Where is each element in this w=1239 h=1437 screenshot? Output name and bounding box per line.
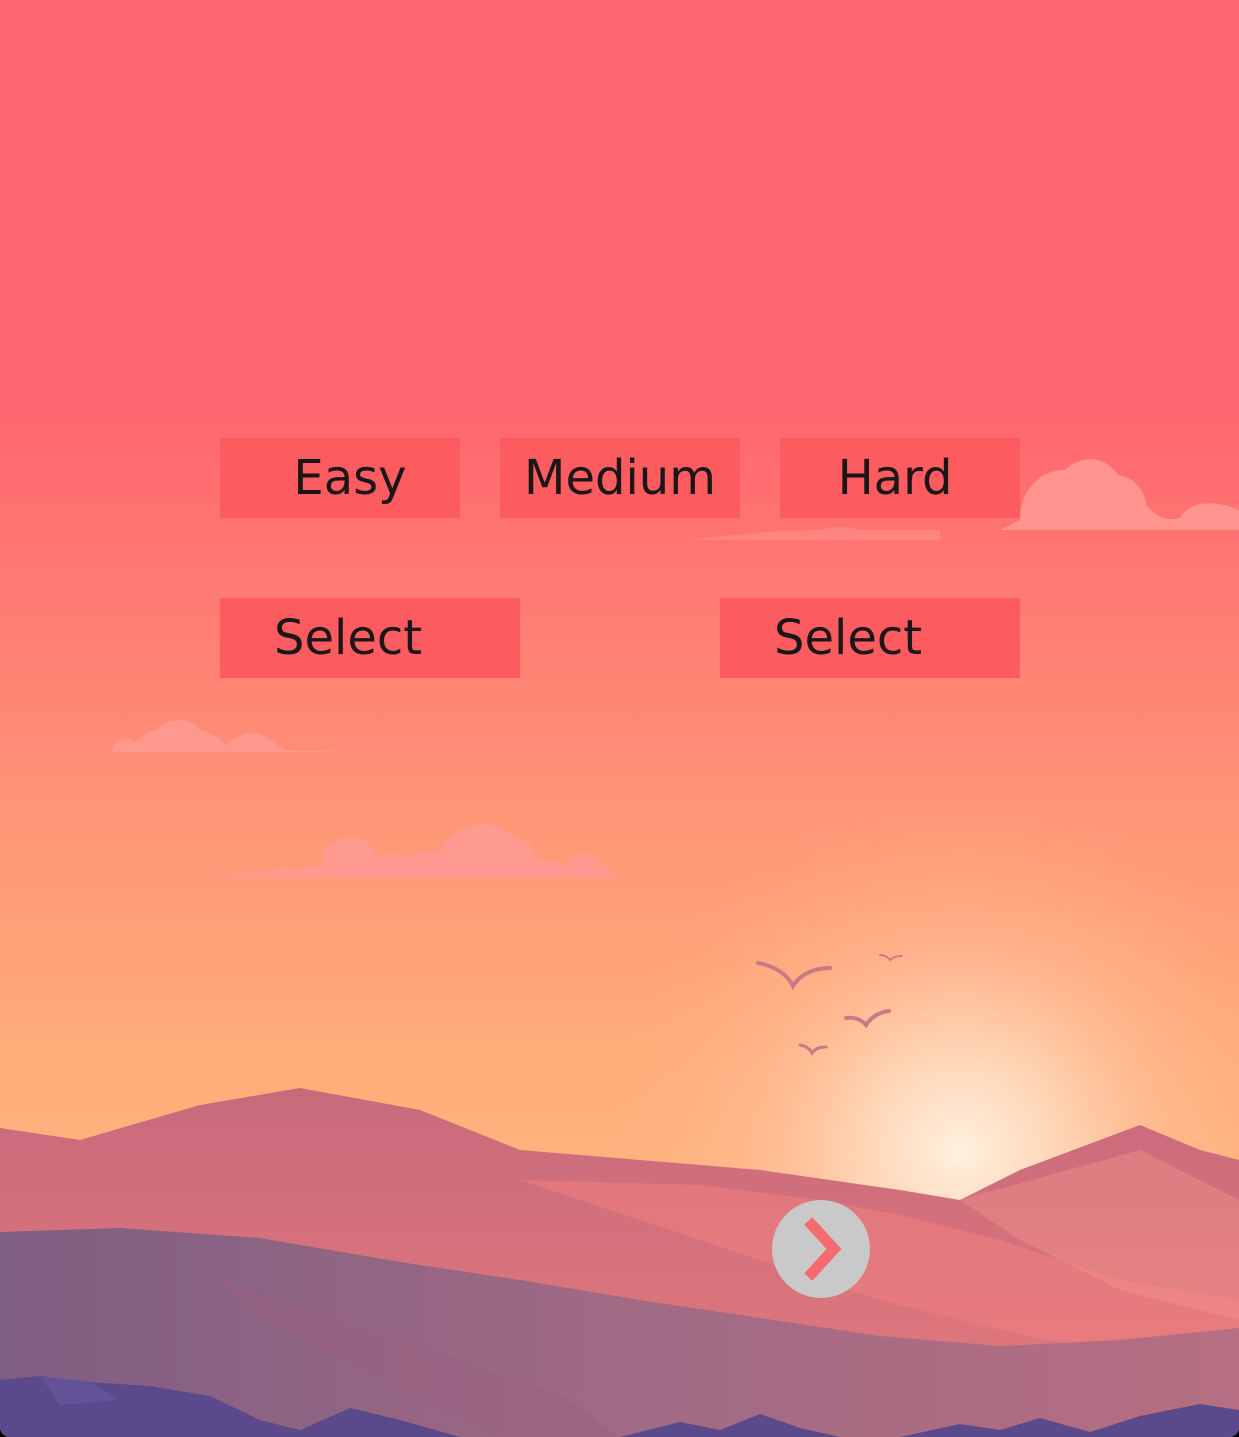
select-button-left[interactable]: Select bbox=[220, 598, 520, 678]
game-screen: Easy Medium Hard Select Select bbox=[0, 0, 1239, 1437]
hard-button[interactable]: Hard bbox=[780, 438, 1020, 518]
easy-button[interactable]: Easy bbox=[220, 438, 460, 518]
chevron-right-icon bbox=[804, 1217, 842, 1281]
select-button-right[interactable]: Select bbox=[720, 598, 1020, 678]
medium-button[interactable]: Medium bbox=[500, 438, 740, 518]
sunset-background bbox=[0, 0, 1239, 1437]
next-button[interactable] bbox=[772, 1200, 870, 1298]
